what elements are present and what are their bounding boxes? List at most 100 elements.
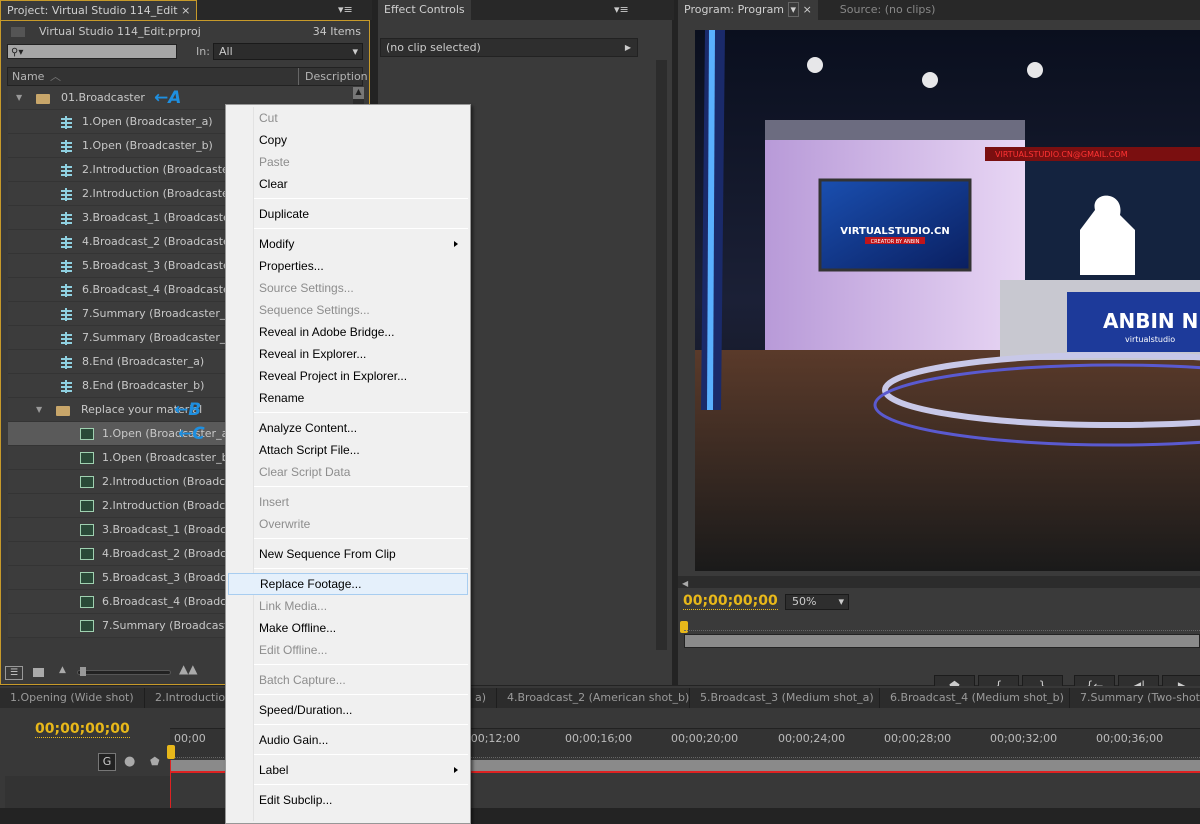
timeline-timecode[interactable]: 00;00;00;00 <box>35 721 130 738</box>
program-ruler[interactable] <box>684 623 1200 631</box>
zoom-large-icon: ▲▲ <box>179 662 198 676</box>
timeline-tab[interactable]: 5.Broadcast_3 (Medium shot_a) <box>690 688 880 708</box>
folder-icon <box>36 94 50 104</box>
menu-item-attach-script-file[interactable]: Attach Script File... <box>228 439 468 461</box>
project-file-name: Virtual Studio 114_Edit.prproj <box>39 25 201 38</box>
menu-item-cut[interactable]: Cut <box>228 107 468 129</box>
search-icon: ⚲▾ <box>11 47 24 58</box>
menu-item-link-media[interactable]: Link Media... <box>228 595 468 617</box>
video-clip-icon <box>80 452 94 464</box>
menu-item-insert[interactable]: Insert <box>228 491 468 513</box>
program-monitor: VIRTUALSTUDIO.CN@GMAIL.COM VIRTUALSTUDIO… <box>678 20 1200 697</box>
menu-item-batch-capture[interactable]: Batch Capture... <box>228 669 468 691</box>
menu-item-sequence-settings[interactable]: Sequence Settings... <box>228 299 468 321</box>
icon-view-icon[interactable] <box>33 668 44 677</box>
menu-separator <box>254 754 468 755</box>
close-icon[interactable]: × <box>181 4 190 17</box>
close-icon[interactable]: × <box>803 3 812 16</box>
column-header: Name ︿ Description <box>7 67 368 86</box>
menu-item-properties[interactable]: Properties... <box>228 255 468 277</box>
menu-item-reveal-in-adobe-bridge[interactable]: Reveal in Adobe Bridge... <box>228 321 468 343</box>
menu-item-label[interactable]: Label <box>228 759 468 781</box>
video-clip-icon <box>80 596 94 608</box>
menu-item-reveal-project-in-explorer[interactable]: Reveal Project in Explorer... <box>228 365 468 387</box>
sequence-icon <box>61 116 72 129</box>
ruler-label: 00;00;28;00 <box>884 732 952 745</box>
search-input[interactable]: ⚲▾ <box>7 44 177 59</box>
menu-item-audio-gain[interactable]: Audio Gain... <box>228 729 468 751</box>
timeline-tab[interactable]: 4.Broadcast_2 (American shot_b) <box>497 688 690 708</box>
menu-item-replace-footage[interactable]: Replace Footage... <box>228 573 468 595</box>
zoom-small-icon: ▲ <box>59 665 66 675</box>
sequence-icon <box>61 284 72 297</box>
column-description[interactable]: Description <box>298 68 368 85</box>
item-count: 34 Items <box>312 25 361 38</box>
svg-text:CREATOR BY ANBIN: CREATOR BY ANBIN <box>871 239 920 245</box>
menu-item-source-settings[interactable]: Source Settings... <box>228 277 468 299</box>
menu-item-make-offline[interactable]: Make Offline... <box>228 617 468 639</box>
menu-item-clear-script-data[interactable]: Clear Script Data <box>228 461 468 483</box>
timeline-tab[interactable]: 1.Opening (Wide shot) <box>0 688 145 708</box>
menu-separator <box>254 664 468 665</box>
menu-item-new-sequence-from-clip[interactable]: New Sequence From Clip <box>228 543 468 565</box>
menu-item-duplicate[interactable]: Duplicate <box>228 203 468 225</box>
menu-item-overwrite[interactable]: Overwrite <box>228 513 468 535</box>
ruler-label: 00;00;32;00 <box>990 732 1058 745</box>
video-clip-icon <box>80 500 94 512</box>
timeline-tab[interactable]: 7.Summary (Two-shot) <box>1070 688 1200 708</box>
horizontal-scrollbar[interactable]: ◀ <box>678 576 1200 588</box>
menu-item-copy[interactable]: Copy <box>228 129 468 151</box>
menu-separator <box>254 486 468 487</box>
tab-project[interactable]: Project: Virtual Studio 114_Edit × <box>0 0 198 20</box>
timeline-tab[interactable]: 6.Broadcast_4 (Medium shot_b) <box>880 688 1070 708</box>
playhead-icon[interactable] <box>167 745 175 759</box>
project-tabbar: Project: Virtual Studio 114_Edit × ▾≡ <box>0 0 372 20</box>
submenu-arrow-icon <box>454 767 458 773</box>
menu-item-edit-offline[interactable]: Edit Offline... <box>228 639 468 661</box>
program-timecode[interactable]: 00;00;00;00 <box>683 593 778 610</box>
panel-menu-icon[interactable]: ▾≡ <box>614 3 629 16</box>
sequence-icon <box>61 212 72 225</box>
video-clip-icon <box>80 548 94 560</box>
program-zoom-bar[interactable] <box>684 634 1200 648</box>
sequence-icon <box>61 188 72 201</box>
menu-item-reveal-in-explorer[interactable]: Reveal in Explorer... <box>228 343 468 365</box>
menu-separator <box>254 568 468 569</box>
linked-selection-icon[interactable]: ● <box>124 754 135 769</box>
add-marker-icon[interactable]: ⬟ <box>150 755 160 768</box>
video-clip-icon <box>80 620 94 632</box>
menu-item-analyze-content[interactable]: Analyze Content... <box>228 417 468 439</box>
menu-separator <box>254 784 468 785</box>
ruler-label: 00;00;20;00 <box>671 732 739 745</box>
tab-effect-controls[interactable]: Effect Controls <box>378 0 471 20</box>
ruler-label: 00;00;16;00 <box>565 732 633 745</box>
sequence-icon <box>61 380 72 393</box>
menu-item-speed-duration[interactable]: Speed/Duration... <box>228 699 468 721</box>
list-view-icon[interactable]: ☰ <box>5 666 23 680</box>
chevron-down-icon[interactable]: ▾ <box>787 2 800 17</box>
menu-item-rename[interactable]: Rename <box>228 387 468 409</box>
menu-separator <box>254 198 468 199</box>
menu-item-modify[interactable]: Modify <box>228 233 468 255</box>
snap-icon[interactable]: G <box>98 753 116 771</box>
menu-item-clear[interactable]: Clear <box>228 173 468 195</box>
menu-separator <box>254 724 468 725</box>
tab-source[interactable]: Source: (no clips) <box>834 0 942 20</box>
sequence-icon <box>61 164 72 177</box>
svg-text:ANBIN N: ANBIN N <box>1103 309 1198 333</box>
zoom-slider[interactable] <box>77 667 171 676</box>
zoom-dropdown[interactable]: 50% ▾ <box>785 594 849 610</box>
in-dropdown[interactable]: All ▾ <box>213 43 363 60</box>
menu-item-paste[interactable]: Paste <box>228 151 468 173</box>
ruler-label: 00;00;24;00 <box>778 732 846 745</box>
column-name[interactable]: Name <box>12 68 44 85</box>
tab-program[interactable]: Program: Program ▾ × <box>678 0 818 20</box>
menu-separator <box>254 694 468 695</box>
scrollbar[interactable] <box>656 60 667 650</box>
sequence-icon <box>61 140 72 153</box>
playhead-line <box>170 760 171 808</box>
panel-menu-icon[interactable]: ▾≡ <box>338 3 353 16</box>
menu-separator <box>254 228 468 229</box>
disclosure-triangle-icon[interactable]: ▼ <box>36 398 42 422</box>
disclosure-triangle-icon[interactable]: ▼ <box>16 86 22 110</box>
